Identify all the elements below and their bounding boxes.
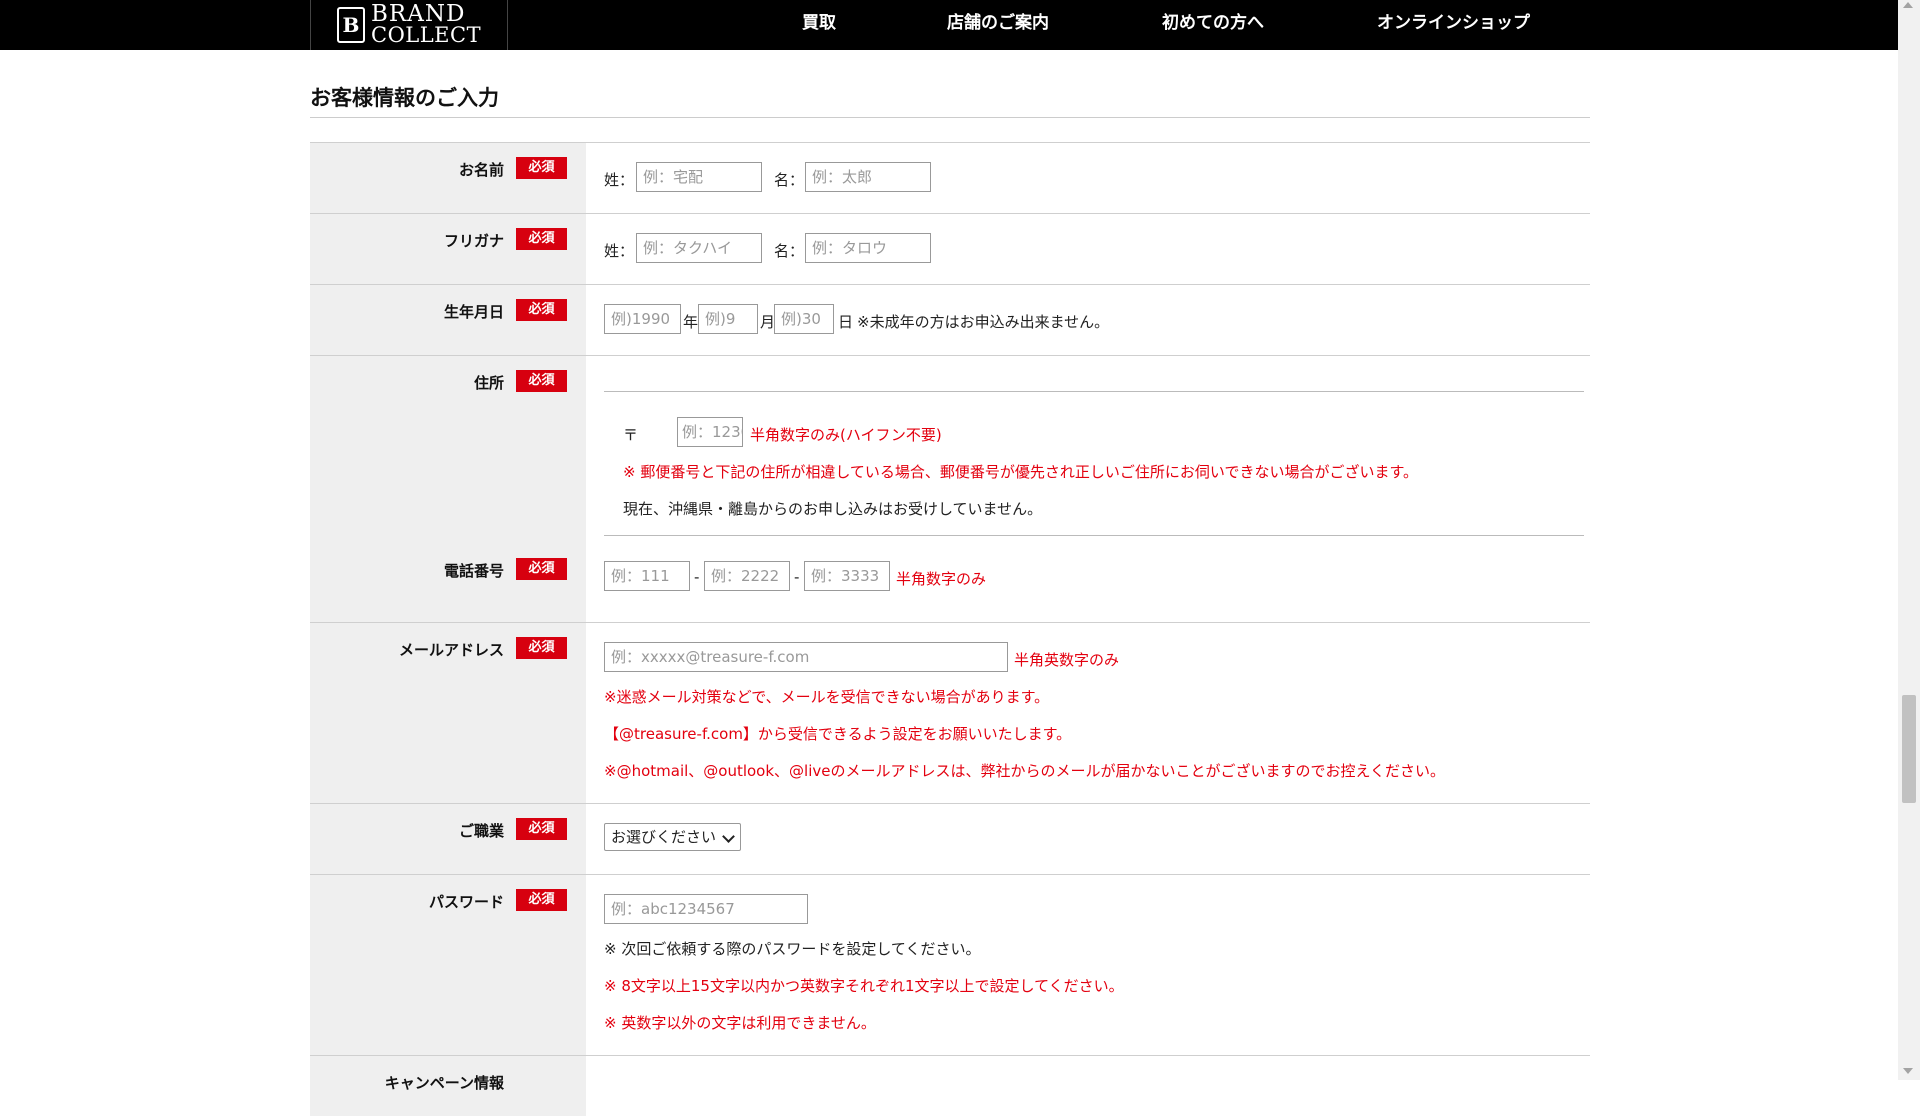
sei-label: 姓： xyxy=(604,171,635,189)
required-badge: 必須 xyxy=(516,889,567,911)
field-label: 電話番号 xyxy=(443,562,504,580)
email-note-1: ※迷惑メール対策などで、メールを受信できない場合があります。 xyxy=(604,688,1050,706)
logo-text-line2: COLLECT xyxy=(371,23,482,47)
first-name-kana-input[interactable]: 例：タロウ xyxy=(805,233,931,263)
day-suffix: 日 xyxy=(838,313,854,331)
phone-part3-input[interactable]: 例：3333 xyxy=(804,561,890,591)
mei-label: 名： xyxy=(774,242,805,260)
mei-label: 名： xyxy=(774,171,805,189)
last-name-kana-input[interactable]: 例：タクハイ xyxy=(636,233,762,263)
form-row-address: 住所 必須 〒 例：1230845 半角数字のみ(ハイフン不要) ※ 郵便番号と… xyxy=(310,355,1590,552)
occupation-select[interactable]: お選びください xyxy=(604,823,742,851)
birth-month-input[interactable]: 例)9 xyxy=(698,304,758,334)
form-row-campaign: キャンペーン情報 xyxy=(310,1055,1590,1116)
nav-online-shop[interactable]: オンラインショップ xyxy=(1377,0,1530,46)
field-label: お名前 xyxy=(458,161,504,179)
sei-label: 姓： xyxy=(604,242,635,260)
scroll-thumb[interactable] xyxy=(1902,695,1916,803)
phone-part2-input[interactable]: 例：2222 xyxy=(704,561,790,591)
form-row-occupation: ご職業 必須 お選びください xyxy=(310,803,1590,874)
brand-logo[interactable]: B BRAND COLLECT xyxy=(310,0,508,50)
last-name-input[interactable]: 例：宅配 xyxy=(636,162,762,192)
logo-text-line1: BRAND xyxy=(371,1,466,27)
field-label: 生年月日 xyxy=(443,303,504,321)
password-note-2: ※ 8文字以上15文字以内かつ英数字それぞれ1文字以上で設定してください。 xyxy=(604,977,1124,995)
field-label: 住所 xyxy=(473,374,504,392)
form-row-phone: 電話番号 必須 例：111 - 例：2222 - 例：3333 半角数字のみ xyxy=(310,552,1590,622)
nav-store-guide[interactable]: 店舗のご案内 xyxy=(947,0,1049,46)
field-label: メールアドレス xyxy=(398,641,504,659)
title-divider xyxy=(310,117,1590,118)
required-badge: 必須 xyxy=(516,228,567,250)
nav-purchase[interactable]: 買取 xyxy=(802,0,836,46)
form-row-name: お名前 必須 姓： 例：宅配 名： 例：太郎 xyxy=(310,142,1590,213)
customer-info-form: お名前 必須 姓： 例：宅配 名： 例：太郎 フリガナ 必須 姓： 例：タクハイ… xyxy=(310,142,1590,1116)
password-input[interactable]: 例：abc1234567 xyxy=(604,894,808,924)
site-header: B BRAND COLLECT 買取 店舗のご案内 初めての方へ オンラインショ… xyxy=(0,0,1898,50)
month-suffix: 月 xyxy=(760,313,776,331)
address-divider-bottom xyxy=(604,535,1584,536)
year-suffix: 年 xyxy=(683,313,699,331)
form-row-birthday: 生年月日 必須 例)1990 年 例)9 月 例)30 日 ※未成年の方はお申込… xyxy=(310,284,1590,355)
scroll-down-arrow-icon[interactable] xyxy=(1903,1068,1913,1074)
postal-code-input[interactable]: 例：1230845 xyxy=(677,417,743,447)
required-badge: 必須 xyxy=(516,299,567,321)
chevron-down-icon xyxy=(722,830,735,843)
phone-separator: - xyxy=(694,568,700,586)
address-divider-top xyxy=(604,391,1584,392)
form-row-password: パスワード 必須 例：abc1234567 ※ 次回ご依頼する際のパスワードを設… xyxy=(310,874,1590,1055)
required-badge: 必須 xyxy=(516,157,567,179)
page-title: お客様情報のご入力 xyxy=(310,86,499,110)
field-label: パスワード xyxy=(428,893,504,911)
phone-part1-input[interactable]: 例：111 xyxy=(604,561,690,591)
first-name-input[interactable]: 例：太郎 xyxy=(805,162,931,192)
email-note-3: ※@hotmail、@outlook、@liveのメールアドレスは、弊社からのメ… xyxy=(604,762,1446,780)
logo-mark-icon: B xyxy=(337,7,365,43)
email-note-2: 【@treasure-f.com】から受信できるよう設定をお願いいたします。 xyxy=(604,725,1072,743)
nav-first-time[interactable]: 初めての方へ xyxy=(1162,0,1264,46)
required-badge: 必須 xyxy=(516,818,567,840)
required-badge: 必須 xyxy=(516,637,567,659)
field-label: キャンペーン情報 xyxy=(384,1074,504,1092)
phone-hint: 半角数字のみ xyxy=(896,570,987,588)
postal-warning: ※ 郵便番号と下記の住所が相違している場合、郵便番号が優先され正しいご住所にお伺… xyxy=(623,463,1418,481)
area-notice: 現在、沖縄県・離島からのお申し込みはお受けしていません。 xyxy=(623,500,1043,518)
form-row-furigana: フリガナ 必須 姓： 例：タクハイ 名： 例：タロウ xyxy=(310,213,1590,284)
phone-separator: - xyxy=(794,568,800,586)
required-badge: 必須 xyxy=(516,370,567,392)
email-input[interactable]: 例：xxxxx@treasure-f.com xyxy=(604,642,1008,672)
minor-notice: ※未成年の方はお申込み出来ません。 xyxy=(857,313,1110,331)
password-note-3: ※ 英数字以外の文字は利用できません。 xyxy=(604,1014,876,1032)
birth-year-input[interactable]: 例)1990 xyxy=(604,304,681,334)
occupation-selected: お選びください xyxy=(611,828,717,846)
postal-hint: 半角数字のみ(ハイフン不要) xyxy=(750,426,942,444)
birth-day-input[interactable]: 例)30 xyxy=(774,304,834,334)
scroll-up-arrow-icon[interactable] xyxy=(1903,2,1913,8)
password-note-1: ※ 次回ご依頼する際のパスワードを設定してください。 xyxy=(604,940,981,958)
form-row-email: メールアドレス 必須 例：xxxxx@treasure-f.com 半角英数字の… xyxy=(310,622,1590,803)
email-hint: 半角英数字のみ xyxy=(1014,651,1120,669)
page-scrollbar[interactable] xyxy=(1898,0,1920,1080)
required-badge: 必須 xyxy=(516,558,567,580)
field-label: フリガナ xyxy=(443,232,504,250)
postal-mark: 〒 xyxy=(623,426,639,444)
field-label: ご職業 xyxy=(458,822,504,840)
